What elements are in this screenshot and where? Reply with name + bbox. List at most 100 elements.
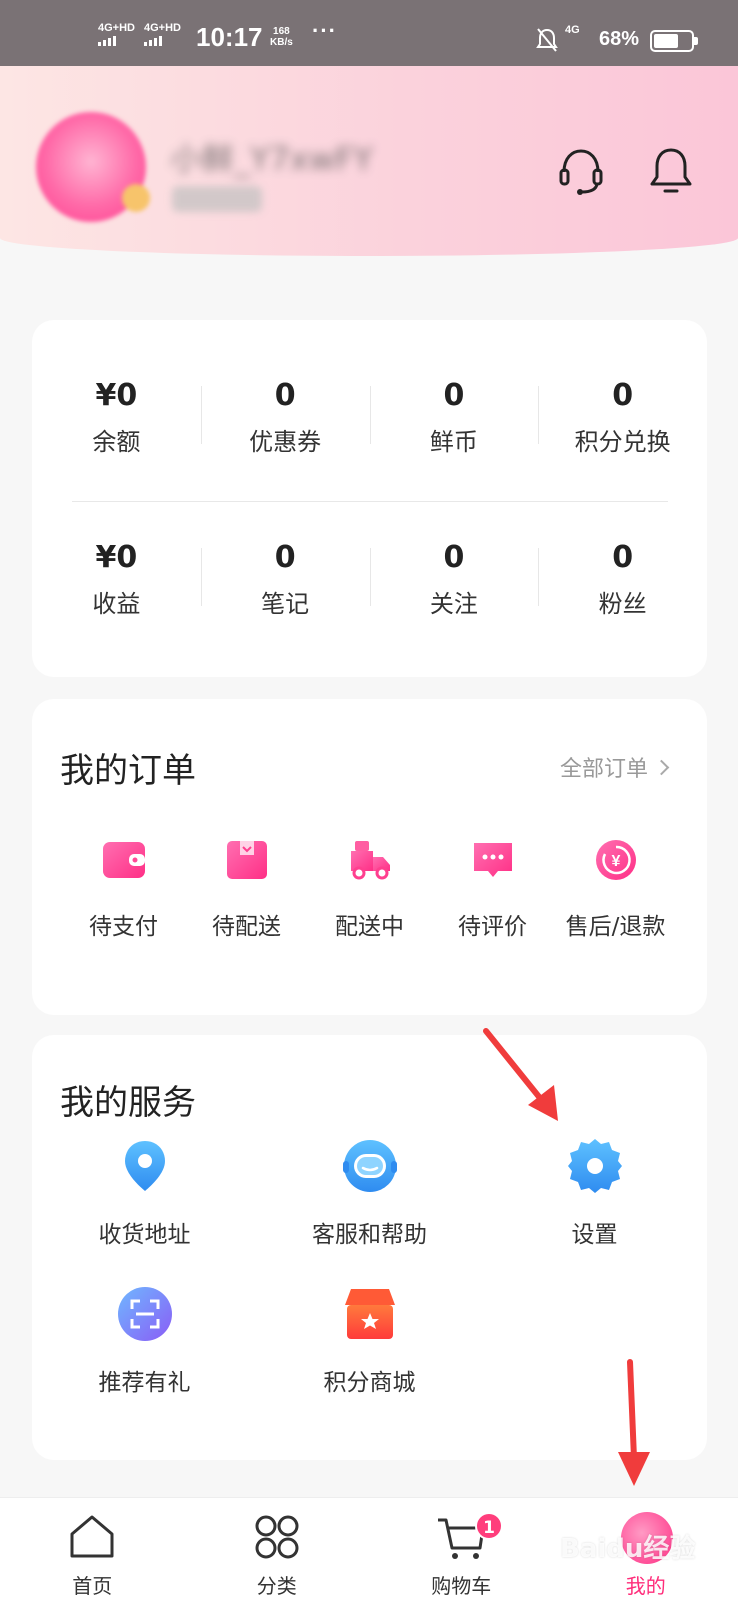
stat-fresh-coins[interactable]: 0 鲜币 — [369, 376, 539, 476]
avatar[interactable] — [36, 112, 150, 222]
stat-earnings[interactable]: ¥0 收益 — [32, 538, 201, 638]
stats-row-1: ¥0 余额 0 优惠券 0 鲜币 0 积分兑换 — [32, 376, 707, 476]
stat-following[interactable]: 0 关注 — [369, 538, 539, 638]
stat-balance[interactable]: ¥0 余额 — [32, 376, 201, 476]
order-item-label: 待支付 — [89, 914, 158, 940]
username[interactable]: 小鲜_Y7xwFY — [170, 134, 373, 180]
order-pending-delivery[interactable]: 待配送 — [185, 837, 308, 941]
stat-value: ¥0 — [95, 540, 138, 575]
nav-category[interactable]: 分类 — [185, 1498, 370, 1600]
stat-value: 0 — [612, 378, 634, 413]
stat-label: 笔记 — [261, 590, 310, 618]
status-bar: 4G+HD 4G+HD 10:17 168 KB/s ··· 4G 68% — [0, 0, 738, 66]
stat-followers[interactable]: 0 粉丝 — [538, 538, 707, 638]
battery-icon — [650, 30, 698, 52]
service-label: 客服和帮助 — [312, 1222, 427, 1248]
comment-icon — [473, 843, 512, 877]
battery-percentage: 68% — [599, 28, 640, 50]
annotation-arrow-icon — [483, 1028, 558, 1121]
service-label: 设置 — [571, 1222, 618, 1248]
signal-bars-icon — [144, 36, 181, 46]
package-icon — [226, 841, 267, 879]
nav-profile[interactable]: 我的 — [554, 1498, 738, 1600]
order-item-label: 待评价 — [458, 914, 527, 940]
service-label: 积分商城 — [323, 1370, 416, 1396]
stat-coupons[interactable]: 0 优惠券 — [200, 376, 370, 476]
service-address[interactable]: 收货地址 — [32, 1135, 257, 1249]
stat-label: 关注 — [429, 590, 478, 618]
chevron-right-icon — [653, 759, 670, 776]
customer-service-icon — [342, 1140, 397, 1192]
stat-label: 积分兑换 — [574, 428, 671, 456]
nav-label: 购物车 — [431, 1574, 492, 1598]
nav-label: 我的 — [625, 1574, 666, 1598]
user-subtitle-blurred — [172, 186, 262, 212]
my-orders-card: 我的订单 全部订单 待支付 待配送 配送中 待评价 ¥ 售后/退款 — [32, 699, 707, 1015]
sim2-signal: 4G+HD — [144, 22, 181, 46]
account-stats-card: ¥0 余额 0 优惠券 0 鲜币 0 积分兑换 ¥0 收益 0 笔记 0 关注 0 粉丝 — [32, 320, 707, 677]
mute-bell-icon — [536, 28, 558, 52]
order-pending-payment[interactable]: 待支付 — [62, 837, 185, 941]
battery-fill — [654, 34, 678, 48]
network-type: 4G — [565, 24, 580, 36]
order-status-list: 待支付 待配送 配送中 待评价 ¥ 售后/退款 — [32, 837, 707, 941]
wallet-icon — [102, 842, 145, 878]
service-label: 收货地址 — [98, 1222, 191, 1248]
cart-count-badge: 1 — [475, 1512, 503, 1540]
stat-points-exchange[interactable]: 0 积分兑换 — [538, 376, 707, 476]
divider — [72, 501, 668, 502]
sim1-label: 4G+HD — [98, 22, 135, 34]
store-icon — [344, 1289, 395, 1339]
all-orders-link[interactable]: 全部订单 — [559, 751, 670, 783]
order-item-label: 配送中 — [335, 914, 404, 940]
order-item-label: 待配送 — [212, 914, 281, 940]
stat-label: 优惠券 — [249, 428, 322, 456]
stat-label: 粉丝 — [598, 590, 647, 618]
home-icon — [70, 1515, 114, 1558]
annotation-arrow-icon — [618, 1359, 650, 1486]
my-services-card: 我的服务 收货地址 客服和帮助 设置 推荐有礼 积分商城 — [32, 1035, 707, 1460]
category-grid-icon — [255, 1515, 299, 1559]
signal-bars-icon — [98, 36, 135, 46]
orders-title: 我的订单 — [60, 751, 196, 791]
service-customer-help[interactable]: 客服和帮助 — [257, 1135, 482, 1249]
service-referral[interactable]: 推荐有礼 — [32, 1283, 257, 1397]
clock: 10:17 — [196, 22, 263, 52]
nav-cart[interactable]: 1 购物车 — [369, 1498, 554, 1600]
member-badge — [122, 184, 150, 212]
gear-icon — [567, 1139, 622, 1193]
stat-notes[interactable]: 0 笔记 — [200, 538, 370, 638]
svg-text:¥: ¥ — [611, 853, 620, 870]
stat-value: 0 — [274, 378, 296, 413]
stat-value: 0 — [443, 378, 465, 413]
speed-value: 168 — [273, 26, 290, 37]
network-speed: 168 KB/s — [270, 26, 293, 48]
stat-value: 0 — [443, 540, 465, 575]
order-in-delivery[interactable]: 配送中 — [308, 837, 431, 941]
profile-icon — [620, 1512, 673, 1564]
stats-row-2: ¥0 收益 0 笔记 0 关注 0 粉丝 — [32, 538, 707, 638]
sim1-signal: 4G+HD — [98, 22, 135, 46]
nav-label: 首页 — [72, 1574, 113, 1598]
headset-icon[interactable] — [558, 146, 604, 196]
stat-label: 鲜币 — [429, 428, 478, 456]
bottom-navigation: 首页 分类 1 购物车 我的 — [0, 1497, 738, 1600]
stat-value: ¥0 — [95, 378, 138, 413]
order-item-label: 售后/退款 — [565, 914, 666, 940]
bell-icon[interactable] — [648, 146, 694, 196]
stat-label: 余额 — [92, 428, 141, 456]
service-settings[interactable]: 设置 — [482, 1135, 707, 1249]
scan-icon — [117, 1287, 172, 1341]
stat-value: 0 — [274, 540, 296, 575]
service-points-mall[interactable]: 积分商城 — [257, 1283, 482, 1397]
speed-unit: KB/s — [270, 37, 293, 48]
service-label: 推荐有礼 — [98, 1370, 191, 1396]
all-orders-label: 全部订单 — [559, 757, 648, 782]
location-pin-icon — [124, 1141, 165, 1191]
stat-value: 0 — [612, 540, 634, 575]
order-after-sales[interactable]: ¥ 售后/退款 — [554, 837, 677, 941]
stat-label: 收益 — [92, 590, 141, 618]
nav-home[interactable]: 首页 — [0, 1498, 185, 1600]
services-title: 我的服务 — [60, 1083, 196, 1123]
order-pending-review[interactable]: 待评价 — [431, 837, 554, 941]
